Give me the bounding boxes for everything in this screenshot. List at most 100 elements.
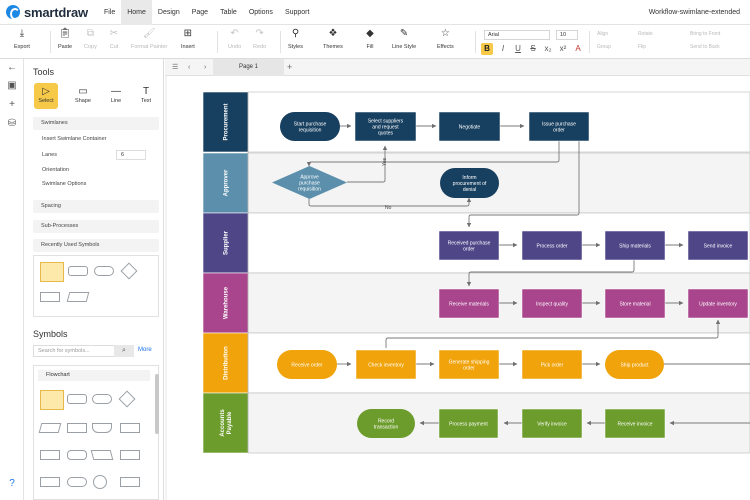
line-style-button[interactable]: ✎ Line Style: [392, 28, 416, 50]
symbol-display[interactable]: [67, 450, 87, 460]
node-negotiate[interactable]: Negotiate: [438, 111, 501, 142]
symbol-rounded-rectangle[interactable]: [67, 394, 87, 404]
swimlane-options-dropdown[interactable]: Swimlane Options: [42, 181, 86, 187]
italic-button[interactable]: I: [497, 43, 509, 55]
node-ship-materials[interactable]: Ship materials: [604, 230, 666, 261]
flip-button[interactable]: Flip: [638, 44, 646, 50]
symbol-card[interactable]: [40, 477, 60, 487]
next-page-icon[interactable]: ›: [204, 59, 206, 76]
node-process-payment[interactable]: Process payment: [438, 408, 499, 439]
symbol-terminator[interactable]: [94, 266, 114, 276]
line-tool[interactable]: — Line: [104, 83, 128, 109]
copy-button[interactable]: ⧉ Copy: [84, 28, 97, 50]
menu-home[interactable]: Home: [121, 0, 152, 25]
font-family-select[interactable]: Arial: [484, 30, 550, 40]
tools-title[interactable]: Tools: [33, 67, 54, 77]
node-check-inventory[interactable]: Check inventory: [355, 349, 417, 380]
symbol-process[interactable]: [40, 390, 64, 410]
recently-used-symbols-section[interactable]: Recently Used Symbols: [33, 239, 159, 252]
node-received-purchase-order[interactable]: Received purchase order: [438, 230, 500, 261]
cut-button[interactable]: ✂ Cut: [108, 28, 120, 50]
database-icon[interactable]: ⛁: [5, 117, 19, 131]
search-icon[interactable]: ⌕: [114, 345, 134, 357]
symbol-predefined[interactable]: [67, 423, 87, 433]
symbol-process[interactable]: [40, 292, 60, 302]
symbol-document[interactable]: [92, 423, 112, 433]
node-record-transaction[interactable]: Record transaction: [357, 409, 415, 438]
symbol-manual-input[interactable]: [120, 423, 140, 433]
library-scrollbar[interactable]: [155, 374, 159, 434]
symbol-decision[interactable]: [118, 390, 136, 408]
menu-support[interactable]: Support: [279, 0, 316, 25]
node-receive-order[interactable]: Receive order: [277, 350, 337, 379]
orientation-dropdown[interactable]: Orientation: [42, 167, 69, 173]
collapse-arrow-icon[interactable]: ←: [5, 61, 19, 75]
export-button[interactable]: ⤓ Export: [14, 28, 30, 50]
underline-button[interactable]: U: [512, 43, 524, 55]
add-icon[interactable]: +: [5, 98, 19, 112]
previous-page-icon[interactable]: ‹: [188, 59, 190, 76]
menu-page[interactable]: Page: [186, 0, 214, 25]
node-inform-procurement-of-denial[interactable]: Inform procurement of denial: [440, 168, 499, 198]
group-button[interactable]: Group: [597, 44, 611, 50]
styles-button[interactable]: ⚲ Styles: [288, 28, 303, 50]
insert-button[interactable]: ⊞ Insert: [181, 28, 195, 50]
symbol-data[interactable]: [66, 292, 90, 302]
node-receive-invoice[interactable]: Receive invoice: [604, 408, 666, 439]
symbol-internal-storage[interactable]: [40, 450, 60, 460]
font-color-button[interactable]: A: [572, 43, 584, 55]
symbol-terminator[interactable]: [92, 394, 112, 404]
node-ship-product[interactable]: Ship product: [605, 350, 664, 379]
symbol-merge[interactable]: [120, 450, 140, 460]
flowchart-library-header[interactable]: Flowchart: [38, 370, 150, 381]
node-inspect-quality[interactable]: Inspect quality: [521, 288, 583, 319]
swimlanes-section[interactable]: Swimlanes: [33, 117, 159, 130]
subscript-button[interactable]: x₂: [542, 43, 554, 55]
page-list-icon[interactable]: ☰: [172, 59, 178, 76]
node-send-invoice[interactable]: Send invoice: [687, 230, 749, 261]
bold-button[interactable]: B: [481, 43, 493, 55]
menu-table[interactable]: Table: [214, 0, 243, 25]
node-store-material[interactable]: Store material: [604, 288, 666, 319]
redo-button[interactable]: ↷ Redo: [253, 28, 266, 50]
menu-design[interactable]: Design: [152, 0, 186, 25]
node-select-suppliers-and-request-quotes[interactable]: Select suppliers and request quotes: [354, 111, 417, 142]
document-title[interactable]: Workflow-swimlane-extended: [649, 0, 740, 25]
symbol-rounded-rectangle[interactable]: [68, 266, 88, 276]
page-tab[interactable]: Page 1: [213, 59, 284, 76]
node-update-inventory[interactable]: Update inventory: [687, 288, 749, 319]
menu-file[interactable]: File: [98, 0, 121, 25]
shape-tool[interactable]: ▭ Shape: [71, 83, 95, 109]
node-receive-materials[interactable]: Receive materials: [438, 288, 500, 319]
symbol-preparation[interactable]: [90, 450, 114, 460]
symbol-tape[interactable]: [120, 477, 140, 487]
node-verify-invoice[interactable]: Verify invoice: [521, 408, 583, 439]
themes-button[interactable]: ❖ Themes: [323, 28, 343, 50]
add-page-icon[interactable]: +: [287, 59, 292, 76]
effects-button[interactable]: ☆ Effects: [437, 28, 454, 50]
node-start-purchase-requisition[interactable]: Start purchase requisition: [280, 112, 340, 141]
bring-to-front-button[interactable]: Bring to Front: [690, 31, 720, 37]
help-icon[interactable]: ?: [5, 477, 19, 491]
superscript-button[interactable]: x²: [557, 43, 569, 55]
menu-options[interactable]: Options: [243, 0, 279, 25]
node-process-order[interactable]: Process order: [521, 230, 583, 261]
send-to-back-button[interactable]: Send to Back: [690, 44, 720, 50]
symbol-stored-data[interactable]: [67, 477, 87, 487]
node-generate-shipping-order[interactable]: Generate shipping order: [438, 349, 500, 380]
symbol-connector[interactable]: [93, 475, 107, 489]
format-painter-button[interactable]: 🖌︎ Format Painter: [131, 28, 167, 50]
toolbox-icon[interactable]: ▣: [5, 79, 19, 93]
font-size-select[interactable]: 10: [556, 30, 578, 40]
node-issue-purchase-order[interactable]: Issue purchase order: [528, 111, 590, 142]
paste-button[interactable]: 📋︎ Paste: [58, 28, 72, 50]
strikethrough-button[interactable]: S: [527, 43, 539, 55]
spacing-section[interactable]: Spacing: [33, 200, 159, 213]
smartdraw-logo[interactable]: smartdraw: [6, 5, 88, 20]
sub-processes-section[interactable]: Sub-Processes: [33, 220, 159, 233]
symbol-rectangle[interactable]: [40, 262, 64, 282]
node-pick-order[interactable]: Pick order: [521, 349, 583, 380]
align-button[interactable]: Align: [597, 31, 608, 37]
text-tool[interactable]: T Text: [134, 83, 158, 109]
insert-swimlane-container[interactable]: Insert Swimlane Container: [42, 136, 107, 142]
